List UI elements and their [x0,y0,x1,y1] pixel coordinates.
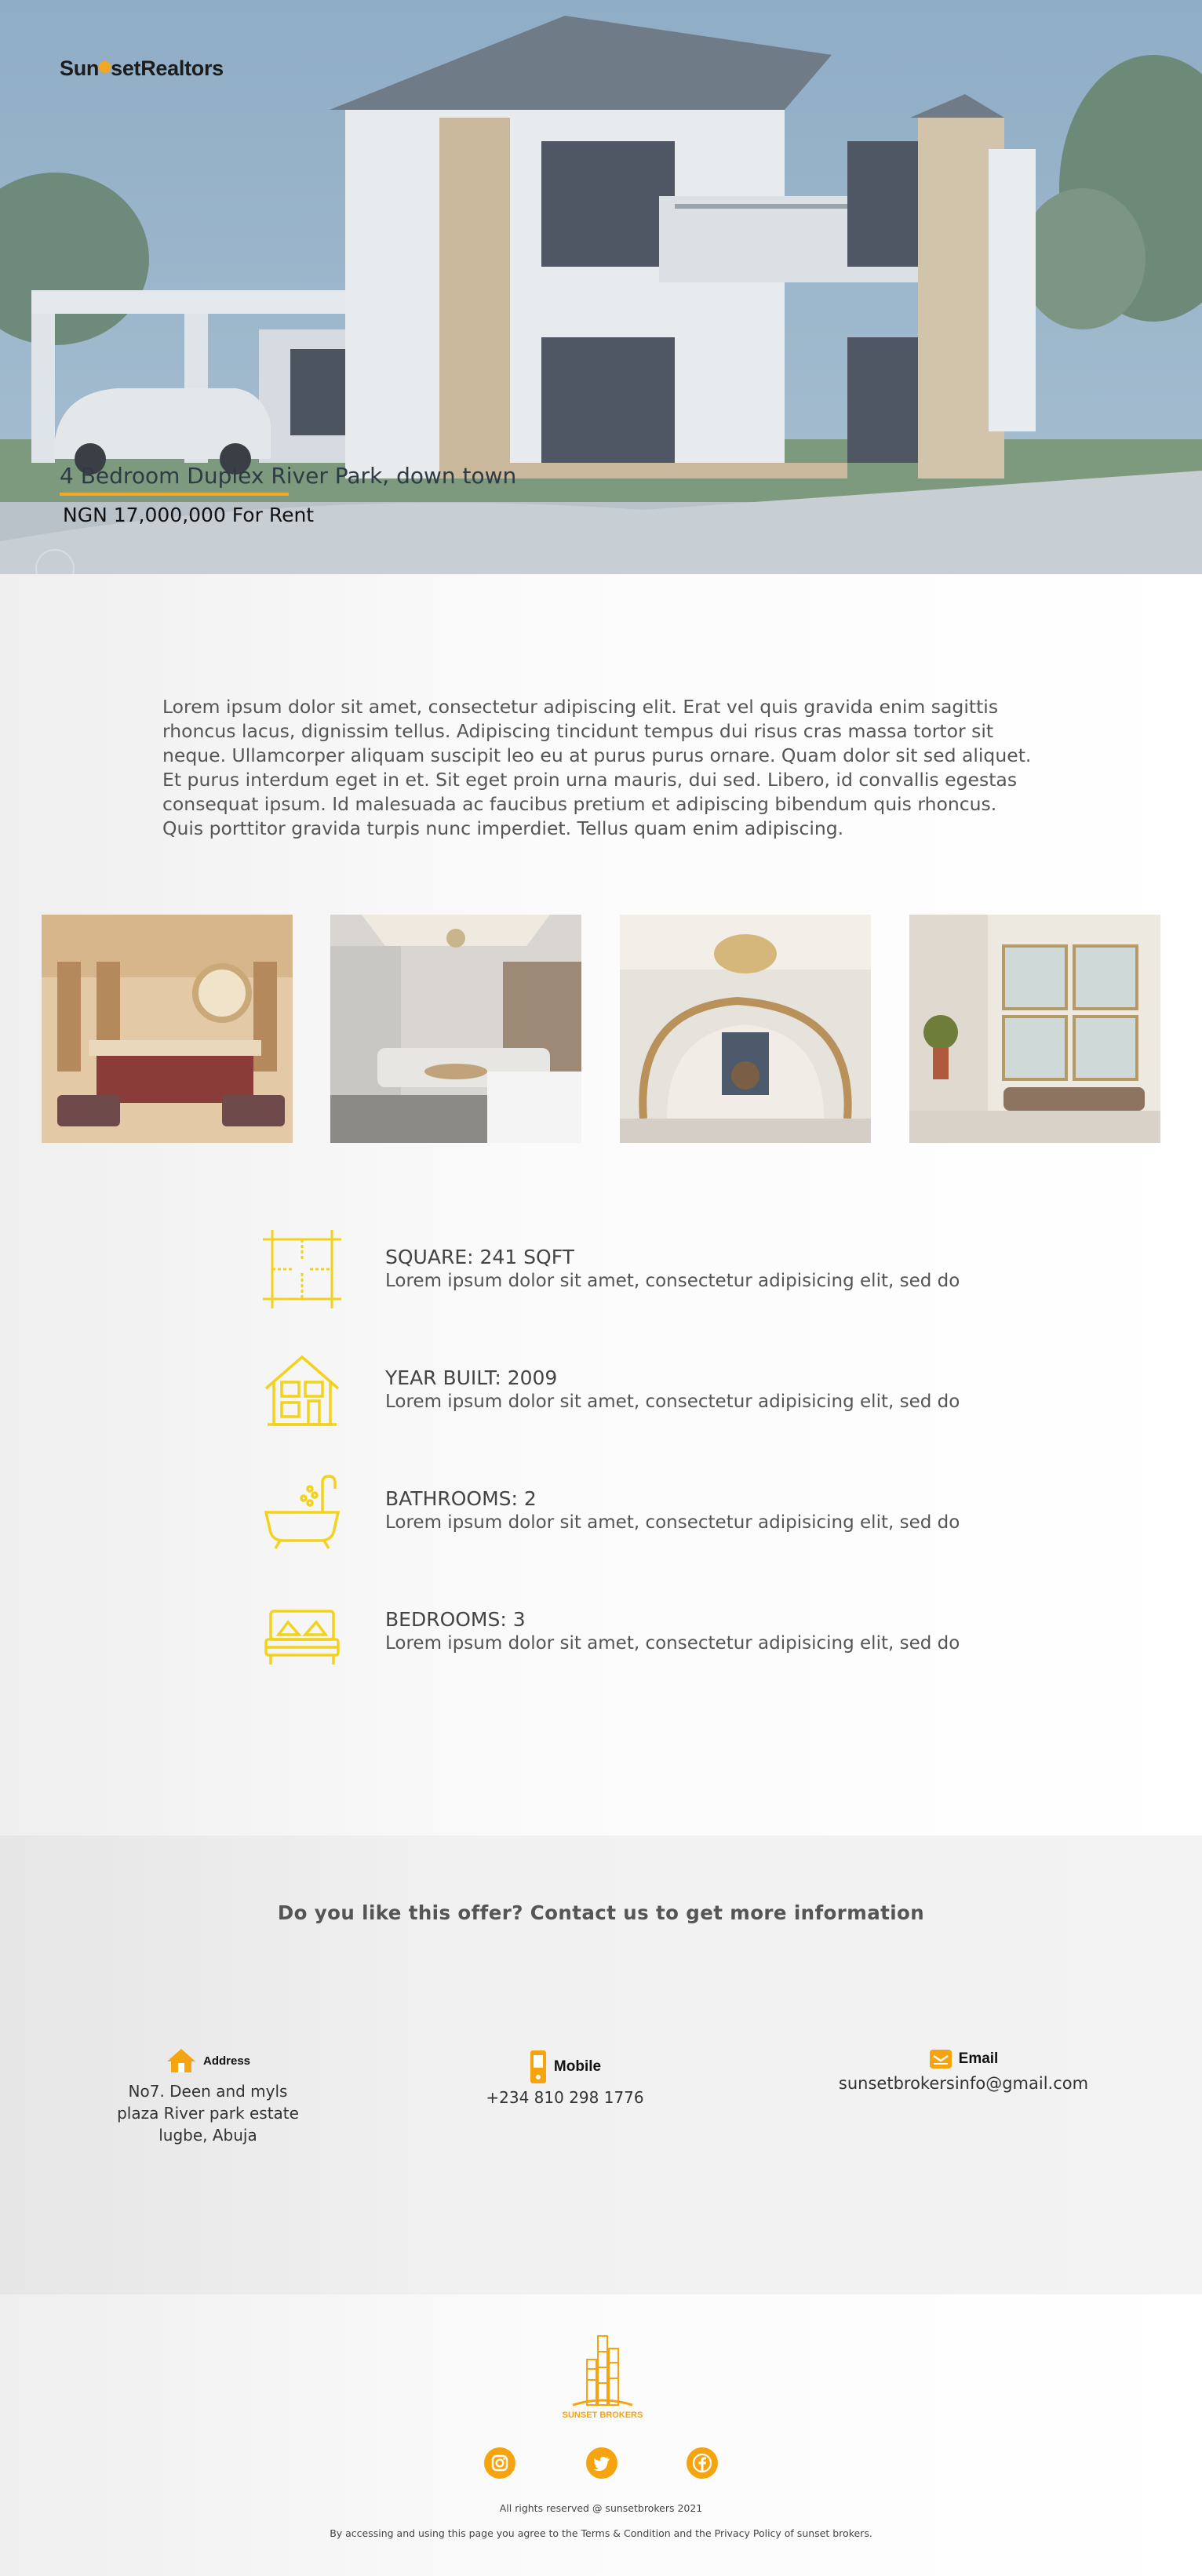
feature-title: YEAR BUILT: 2009 [385,1366,558,1389]
contact-section: Do you like this offer? Contact us to ge… [0,1836,1202,2294]
gallery-photo-bedroom[interactable] [42,915,293,1143]
feature-bathrooms: BATHROOMS: 2 Lorem ipsum dolor sit amet,… [263,1472,1047,1550]
terms-text: By accessing and using this page you agr… [330,2527,872,2539]
address-value: No7. Deen and myls plaza River park esta… [117,2082,299,2145]
feature-text: Lorem ipsum dolor sit amet, consectetur … [385,1512,960,1533]
bed-icon [264,1610,340,1665]
floor-plan-icon [263,1230,341,1308]
gallery-photo-hallway[interactable] [909,915,1160,1143]
home-icon [166,2049,195,2072]
brand-logo[interactable]: Sun setRealtors [60,56,224,81]
feature-bedrooms: BEDROOMS: 3 Lorem ipsum dolor sit amet, … [263,1592,1047,1671]
sun-icon [99,61,111,73]
feature-text: Lorem ipsum dolor sit amet, consectetur … [385,1271,960,1291]
address-label: Address [202,2054,251,2068]
feature-year-built: YEAR BUILT: 2009 Lorem ipsum dolor sit a… [263,1351,1047,1429]
contact-mobile: Mobile +234 810 298 1776 [447,2049,683,2107]
feature-text: Lorem ipsum dolor sit amet, consectetur … [385,1392,960,1412]
contact-address: Address No7. Deen and myls plaza River p… [110,2047,306,2146]
mobile-label: Mobile [553,2058,602,2075]
copyright-text: All rights reserved @ sunsetbrokers 2021 [499,2502,703,2514]
listing-price: NGN 17,000,000 For Rent [63,504,315,526]
feature-title: BEDROOMS: 3 [385,1608,526,1631]
phone-icon [530,2050,546,2083]
bathtub-icon [264,1475,341,1549]
hero-banner: Sun setRealtors 4 Bedroom Duplex River Pa… [0,0,1202,574]
house-icon [264,1355,340,1426]
brand-name-suffix: setRealtors [111,56,224,80]
email-label: Email [958,2050,999,2067]
feature-square: SQUARE: 241 SQFT Lorem ipsum dolor sit a… [263,1230,1047,1308]
sunset-brokers-logo[interactable]: SUNSET BROKERS [555,2328,650,2422]
feature-title: SQUARE: 241 SQFT [385,1246,574,1268]
envelope-icon [929,2050,952,2068]
listing-description: Lorem ipsum dolor sit amet, consectetur … [162,696,1032,839]
email-value[interactable]: sunsetbrokersinfo@gmail.com [828,2074,1099,2093]
twitter-icon[interactable] [586,2447,617,2479]
contact-heading: Do you like this offer? Contact us to ge… [277,1901,925,1924]
title-underline [60,493,289,496]
gallery-photo-staircase[interactable] [620,915,871,1143]
instagram-icon[interactable] [484,2447,515,2479]
mobile-value[interactable]: +234 810 298 1776 [447,2088,683,2107]
listing-title: 4 Bedroom Duplex River Park, down town [60,463,517,489]
brand-name-prefix: Sun [60,56,100,80]
feature-title: BATHROOMS: 2 [385,1487,537,1510]
facebook-icon[interactable] [687,2447,718,2479]
feature-text: Lorem ipsum dolor sit amet, consectetur … [385,1633,960,1654]
gallery-photo-living-room[interactable] [330,915,581,1143]
footer-logo-text: SUNSET BROKERS [563,2410,643,2420]
contact-email: Email sunsetbrokersinfo@gmail.com [828,2049,1099,2093]
